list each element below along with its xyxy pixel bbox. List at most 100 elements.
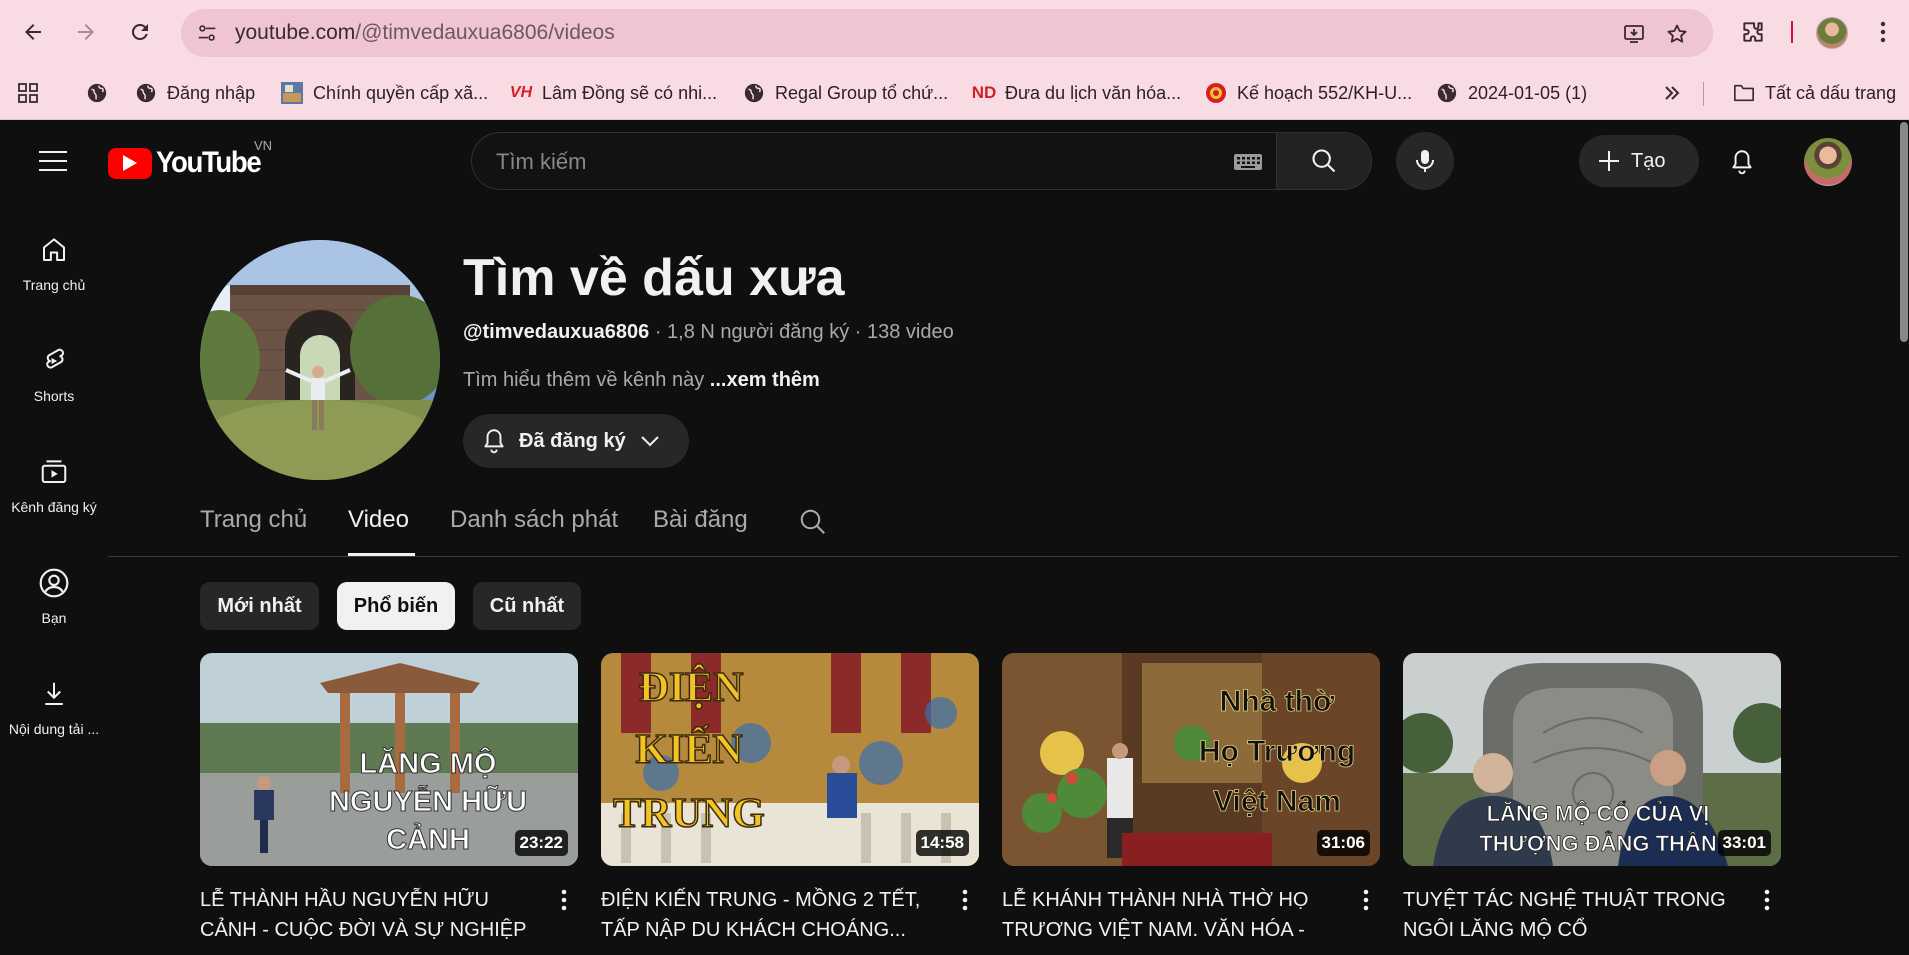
voice-search-button[interactable] bbox=[1396, 132, 1454, 190]
tab-home[interactable]: Trang chủ bbox=[200, 506, 307, 534]
video-title[interactable]: LỄ THÀNH HẦU NGUYỄN HỮU CẢNH - CUỘC ĐỜI … bbox=[200, 885, 530, 945]
guide-item-home[interactable]: Trang chủ bbox=[0, 223, 108, 313]
bookmark-star-icon[interactable] bbox=[1664, 21, 1690, 47]
arrow-right-icon bbox=[78, 24, 94, 40]
chevron-down-icon bbox=[640, 436, 659, 447]
video-duration: 14:58 bbox=[915, 830, 969, 856]
see-more-link[interactable]: ...xem thêm bbox=[710, 369, 820, 391]
video-card[interactable]: LĂNG MỘ NGUYỄN HỮU CẢNH 23:22 LỄ THÀNH H… bbox=[200, 653, 578, 941]
chip-oldest[interactable]: Cũ nhất bbox=[473, 582, 581, 630]
guide-item-subscriptions[interactable]: Kênh đăng ký bbox=[0, 445, 108, 535]
hamburger-icon bbox=[39, 151, 67, 171]
video-title[interactable]: TUYỆT TÁC NGHỆ THUẬT TRONG NGÔI LĂNG MỘ … bbox=[1403, 885, 1733, 945]
you-icon bbox=[37, 566, 71, 600]
create-label: Tạo bbox=[1631, 149, 1666, 172]
video-thumbnail[interactable]: Nhà thờ Họ Trương Việt Nam 31:06 bbox=[1002, 653, 1380, 866]
bookmarks-separator bbox=[1703, 82, 1704, 106]
thumbnail-text: Họ Trương bbox=[1199, 735, 1355, 768]
video-thumbnail[interactable]: LĂNG MỘ CỔ CỦA VỊ THƯỢNG ĐẲNG THẦN 33:01 bbox=[1403, 653, 1781, 866]
bookmark-item[interactable]: 2024-01-05 (1) bbox=[1436, 80, 1587, 106]
account-avatar[interactable] bbox=[1804, 138, 1852, 186]
nd-favicon-icon: ND bbox=[971, 83, 997, 102]
home-icon bbox=[37, 233, 71, 267]
guide-item-you[interactable]: Bạn bbox=[0, 556, 108, 646]
chip-popular[interactable]: Phổ biến bbox=[337, 582, 455, 630]
keyboard-icon[interactable] bbox=[1233, 151, 1263, 173]
thumbnail-text: Việt Nam bbox=[1213, 785, 1341, 818]
thumbnail-text: LĂNG MỘ bbox=[360, 746, 497, 780]
video-duration: 31:06 bbox=[1316, 830, 1370, 856]
extensions-icon[interactable] bbox=[1737, 16, 1769, 48]
install-app-icon[interactable] bbox=[1621, 21, 1647, 47]
video-card[interactable]: ĐIỆN KIẾN TRUNG 14:58 ĐIỆN KIẾN TRUNG - … bbox=[601, 653, 979, 941]
channel-search-icon[interactable] bbox=[798, 507, 830, 539]
video-more-icon[interactable] bbox=[1354, 885, 1378, 915]
channel-description[interactable]: Tìm hiểu thêm về kênh này ...xem thêm bbox=[463, 369, 820, 392]
bookmark-item[interactable]: ND Đưa du lịch văn hóa... bbox=[971, 80, 1181, 106]
image-favicon-icon bbox=[281, 82, 303, 104]
guide-label: Kênh đăng ký bbox=[11, 499, 97, 515]
all-bookmarks-folder[interactable]: Tất cả dấu trang bbox=[1733, 80, 1896, 106]
video-title[interactable]: LỄ KHÁNH THÀNH NHÀ THỜ HỌ TRƯƠNG VIỆT NA… bbox=[1002, 885, 1332, 945]
scrollbar-thumb[interactable] bbox=[1900, 122, 1908, 342]
folder-icon bbox=[1733, 82, 1755, 104]
browser-menu-icon[interactable] bbox=[1867, 16, 1899, 48]
video-card[interactable]: LĂNG MỘ CỔ CỦA VỊ THƯỢNG ĐẲNG THẦN 33:01… bbox=[1403, 653, 1781, 941]
chip-latest[interactable]: Mới nhất bbox=[200, 582, 319, 630]
reload-button[interactable] bbox=[122, 14, 158, 50]
guide-label: Nội dung tải ... bbox=[8, 721, 100, 737]
video-more-icon[interactable] bbox=[953, 885, 977, 915]
thumbnail-text: CẢNH bbox=[386, 822, 470, 856]
tab-playlists[interactable]: Danh sách phát bbox=[450, 506, 618, 534]
channel-avatar[interactable] bbox=[200, 240, 440, 480]
microphone-icon bbox=[1416, 150, 1434, 172]
bookmark-item[interactable]: Kế hoạch 552/KH-U... bbox=[1205, 80, 1412, 106]
search-icon bbox=[1312, 149, 1336, 173]
create-button[interactable]: Tạo bbox=[1579, 135, 1699, 187]
thumbnail-text: KIẾN bbox=[635, 725, 742, 773]
video-thumbnail[interactable]: ĐIỆN KIẾN TRUNG 14:58 bbox=[601, 653, 979, 866]
logo-wordmark: YouTube bbox=[156, 146, 262, 179]
subscriptions-icon bbox=[37, 455, 71, 489]
thumbnail-text: THƯỢNG ĐẲNG THẦN bbox=[1479, 831, 1716, 856]
bookmark-item[interactable] bbox=[86, 80, 118, 106]
globe-icon bbox=[86, 82, 108, 104]
video-card[interactable]: Nhà thờ Họ Trương Việt Nam 31:06 LỄ KHÁN… bbox=[1002, 653, 1380, 941]
address-bar[interactable]: youtube.com/@timvedauxua6806/videos bbox=[181, 9, 1713, 57]
forward-button[interactable] bbox=[68, 14, 104, 50]
arrow-left-icon bbox=[25, 24, 41, 40]
guide-label: Bạn bbox=[41, 610, 67, 626]
thumbnail-text: NGUYỄN HỮU bbox=[329, 784, 527, 818]
search-button[interactable] bbox=[1276, 132, 1372, 190]
site-info-icon[interactable] bbox=[195, 21, 219, 45]
yt-masthead: YouTube VN Tạo bbox=[0, 121, 1909, 203]
guide-item-downloads[interactable]: Nội dung tải ... bbox=[0, 667, 108, 757]
notifications-button[interactable] bbox=[1721, 141, 1763, 183]
thumbnail-text: Nhà thờ bbox=[1220, 685, 1335, 718]
video-more-icon[interactable] bbox=[552, 885, 576, 915]
tab-videos[interactable]: Video bbox=[348, 506, 409, 534]
youtube-logo[interactable]: YouTube VN bbox=[108, 138, 272, 183]
bookmarks-bar: Đăng nhập Chính quyền cấp xã... VH Lâm Đ… bbox=[0, 66, 1909, 120]
sidebar-divider bbox=[1776, 16, 1808, 48]
bookmark-item[interactable]: Chính quyền cấp xã... bbox=[281, 80, 488, 106]
back-button[interactable] bbox=[15, 14, 51, 50]
subscribe-button[interactable]: Đã đăng ký bbox=[463, 414, 689, 468]
video-thumbnail[interactable]: LĂNG MỘ NGUYỄN HỮU CẢNH 23:22 bbox=[200, 653, 578, 866]
video-more-icon[interactable] bbox=[1755, 885, 1779, 915]
bookmark-item[interactable]: Đăng nhập bbox=[135, 80, 255, 106]
search-field[interactable] bbox=[471, 132, 1277, 190]
tab-posts[interactable]: Bài đăng bbox=[653, 506, 748, 534]
url-text[interactable]: youtube.com/@timvedauxua6806/videos bbox=[235, 21, 615, 45]
bell-icon bbox=[1732, 150, 1752, 175]
apps-grid-icon[interactable] bbox=[16, 81, 40, 105]
guide-menu-button[interactable] bbox=[33, 141, 73, 181]
search-input[interactable] bbox=[496, 147, 1176, 177]
more-bookmarks-chevron-icon[interactable] bbox=[1662, 80, 1682, 106]
video-title[interactable]: ĐIỆN KIẾN TRUNG - MỒNG 2 TẾT, TẤP NẬP DU… bbox=[601, 885, 931, 945]
browser-profile-avatar[interactable] bbox=[1816, 17, 1848, 49]
globe-icon bbox=[1436, 82, 1458, 104]
bookmark-item[interactable]: VH Lâm Đồng sẽ có nhi... bbox=[510, 80, 717, 106]
bookmark-item[interactable]: Regal Group tổ chứ... bbox=[743, 80, 948, 106]
guide-item-shorts[interactable]: Shorts bbox=[0, 334, 108, 424]
